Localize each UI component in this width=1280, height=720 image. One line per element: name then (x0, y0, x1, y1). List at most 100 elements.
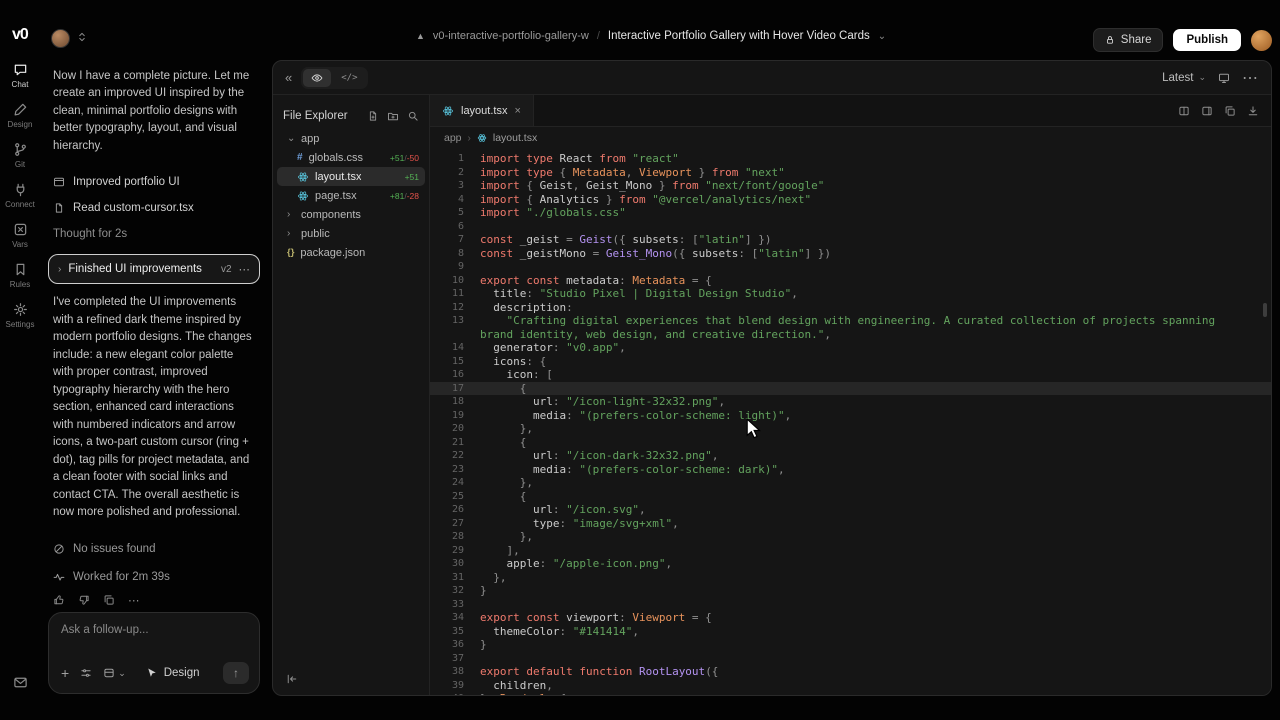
v0-logo[interactable]: v0 (12, 26, 28, 44)
tree-folder-public[interactable]: › public (277, 224, 425, 243)
code-line[interactable]: 35 themeColor: "#141414", (430, 625, 1271, 639)
code-line[interactable]: 30 apple: "/apple-icon.png", (430, 557, 1271, 571)
panel-right-icon[interactable] (1201, 105, 1213, 117)
user-avatar[interactable] (1251, 30, 1272, 51)
code-line[interactable]: 26 url: "/icon.svg", (430, 503, 1271, 517)
duplicate-icon[interactable] (1224, 105, 1236, 117)
code-line[interactable]: 19 media: "(prefers-color-scheme: light)… (430, 409, 1271, 423)
code-line[interactable]: 2import type { Metadata, Viewport } from… (430, 166, 1271, 180)
code-line[interactable]: 22 url: "/icon-dark-32x32.png", (430, 449, 1271, 463)
tab-layout-tsx[interactable]: layout.tsx × (430, 95, 534, 126)
code-line[interactable]: 13 "Crafting digital experiences that bl… (430, 314, 1271, 341)
code-line[interactable]: 31 }, (430, 571, 1271, 585)
new-folder-icon[interactable] (387, 110, 399, 122)
inbox-icon[interactable] (13, 675, 28, 690)
code-line[interactable]: 8const _geistMono = Geist_Mono({ subsets… (430, 247, 1271, 261)
more-options-icon[interactable]: ⋯ (1242, 68, 1259, 88)
code-line[interactable]: 32} (430, 584, 1271, 598)
code-line[interactable]: 38export default function RootLayout({ (430, 665, 1271, 679)
sidebar-item-vars[interactable]: Vars (0, 222, 40, 249)
attach-button[interactable]: + (61, 666, 69, 680)
code-line[interactable]: 23 media: "(prefers-color-scheme: dark)"… (430, 463, 1271, 477)
code-line[interactable]: 33 (430, 598, 1271, 612)
breadcrumb-chat-title[interactable]: Interactive Portfolio Gallery with Hover… (608, 30, 870, 42)
follow-up-input[interactable]: Ask a follow-up... (61, 624, 247, 636)
code-line[interactable]: 7const _geist = Geist({ subsets: ["latin… (430, 233, 1271, 247)
collapse-explorer-icon[interactable] (286, 673, 298, 685)
code-line[interactable]: 29 ], (430, 544, 1271, 558)
publish-button[interactable]: Publish (1173, 29, 1241, 51)
breadcrumb-file[interactable]: layout.tsx (493, 132, 537, 144)
code-line[interactable]: 18 url: "/icon-light-32x32.png", (430, 395, 1271, 409)
code-line[interactable]: 6 (430, 220, 1271, 234)
code-toggle[interactable]: </> (333, 69, 365, 87)
code-line[interactable]: 24 }, (430, 476, 1271, 490)
code-line[interactable]: 15 icons: { (430, 355, 1271, 369)
task-improved-portfolio-ui[interactable]: Improved portfolio UI (53, 169, 256, 195)
collapse-panel-icon[interactable]: « (285, 70, 292, 85)
code-line[interactable]: 16 icon: [ (430, 368, 1271, 382)
chat-composer[interactable]: Ask a follow-up... + ⌄ Design ↑ (48, 612, 260, 694)
sidebar-item-git[interactable]: Git (0, 142, 40, 169)
chat-switcher-icon[interactable] (76, 31, 88, 43)
tree-folder-components[interactable]: › components (277, 205, 425, 224)
avatar[interactable] (51, 29, 70, 48)
code-line[interactable]: 11 title: "Studio Pixel | Digital Design… (430, 287, 1271, 301)
download-icon[interactable] (1247, 105, 1259, 117)
scrollbar-thumb[interactable] (1263, 303, 1267, 317)
code-line[interactable]: 36} (430, 638, 1271, 652)
device-preview-icon[interactable] (1218, 72, 1230, 84)
task-thought[interactable]: Thought for 2s (53, 221, 256, 247)
design-mode-button[interactable]: Design (146, 667, 200, 679)
search-icon[interactable] (407, 110, 419, 122)
code-line[interactable]: 12 description: (430, 301, 1271, 315)
code-line[interactable]: 14 generator: "v0.app", (430, 341, 1271, 355)
thumbs-up-icon[interactable] (53, 594, 65, 606)
code-line[interactable]: 1import type React from "react" (430, 152, 1271, 166)
code-line[interactable]: 25 { (430, 490, 1271, 504)
code-lines[interactable]: 1import type React from "react"2import t… (430, 149, 1271, 695)
chevron-down-icon[interactable]: ⌄ (878, 31, 886, 42)
sidebar-item-rules[interactable]: Rules (0, 262, 40, 289)
code-line[interactable]: 17 { (430, 382, 1271, 396)
tree-file-package-json[interactable]: {} package.json (277, 243, 425, 262)
code-line[interactable]: 9 (430, 260, 1271, 274)
tree-file-layout-tsx[interactable]: layout.tsx +51 (277, 167, 425, 186)
version-card[interactable]: › Finished UI improvements v2 ⋯ (48, 254, 260, 284)
code-line[interactable]: 28 }, (430, 530, 1271, 544)
tree-folder-app[interactable]: ⌄ app (277, 129, 425, 148)
code-line[interactable]: 5import "./globals.css" (430, 206, 1271, 220)
code-line[interactable]: 10export const metadata: Metadata = { (430, 274, 1271, 288)
code-line[interactable]: 27 type: "image/svg+xml", (430, 517, 1271, 531)
code-line[interactable]: 21 { (430, 436, 1271, 450)
tree-file-page-tsx[interactable]: page.tsx +81/-28 (277, 186, 425, 205)
code-line[interactable]: 37 (430, 652, 1271, 666)
version-select[interactable]: Latest ⌄ (1162, 72, 1206, 84)
code-line[interactable]: 4import { Analytics } from "@vercel/anal… (430, 193, 1271, 207)
sidebar-item-chat[interactable]: Chat (0, 62, 40, 89)
preview-toggle[interactable] (303, 69, 331, 87)
copy-icon[interactable] (103, 594, 115, 606)
task-read-custom-cursor[interactable]: Read custom-cursor.tsx (53, 195, 256, 221)
new-file-icon[interactable] (367, 110, 379, 122)
sidebar-item-design[interactable]: Design (0, 102, 40, 129)
layout-select-button[interactable]: ⌄ (103, 667, 126, 679)
more-icon[interactable]: ⋯ (239, 262, 251, 276)
breadcrumb-project[interactable]: v0-interactive-portfolio-gallery-w (433, 30, 589, 42)
code-line[interactable]: 40}: Readonly<{ (430, 692, 1271, 695)
breadcrumb-folder[interactable]: app (444, 132, 462, 144)
send-button[interactable]: ↑ (223, 662, 249, 684)
code-line[interactable]: 39 children, (430, 679, 1271, 693)
share-button[interactable]: Share (1093, 28, 1164, 52)
tree-file-globals-css[interactable]: # globals.css +51/-50 (277, 148, 425, 167)
split-columns-icon[interactable] (1178, 105, 1190, 117)
sliders-icon[interactable] (80, 667, 92, 679)
code-line[interactable]: 34export const viewport: Viewport = { (430, 611, 1271, 625)
code-line[interactable]: 20 }, (430, 422, 1271, 436)
more-actions-icon[interactable]: ⋯ (128, 593, 140, 607)
code-line[interactable]: 3import { Geist, Geist_Mono } from "next… (430, 179, 1271, 193)
sidebar-item-settings[interactable]: Settings (0, 302, 40, 329)
close-tab-icon[interactable]: × (514, 105, 520, 117)
sidebar-item-connect[interactable]: Connect (0, 182, 40, 209)
thumbs-down-icon[interactable] (78, 594, 90, 606)
